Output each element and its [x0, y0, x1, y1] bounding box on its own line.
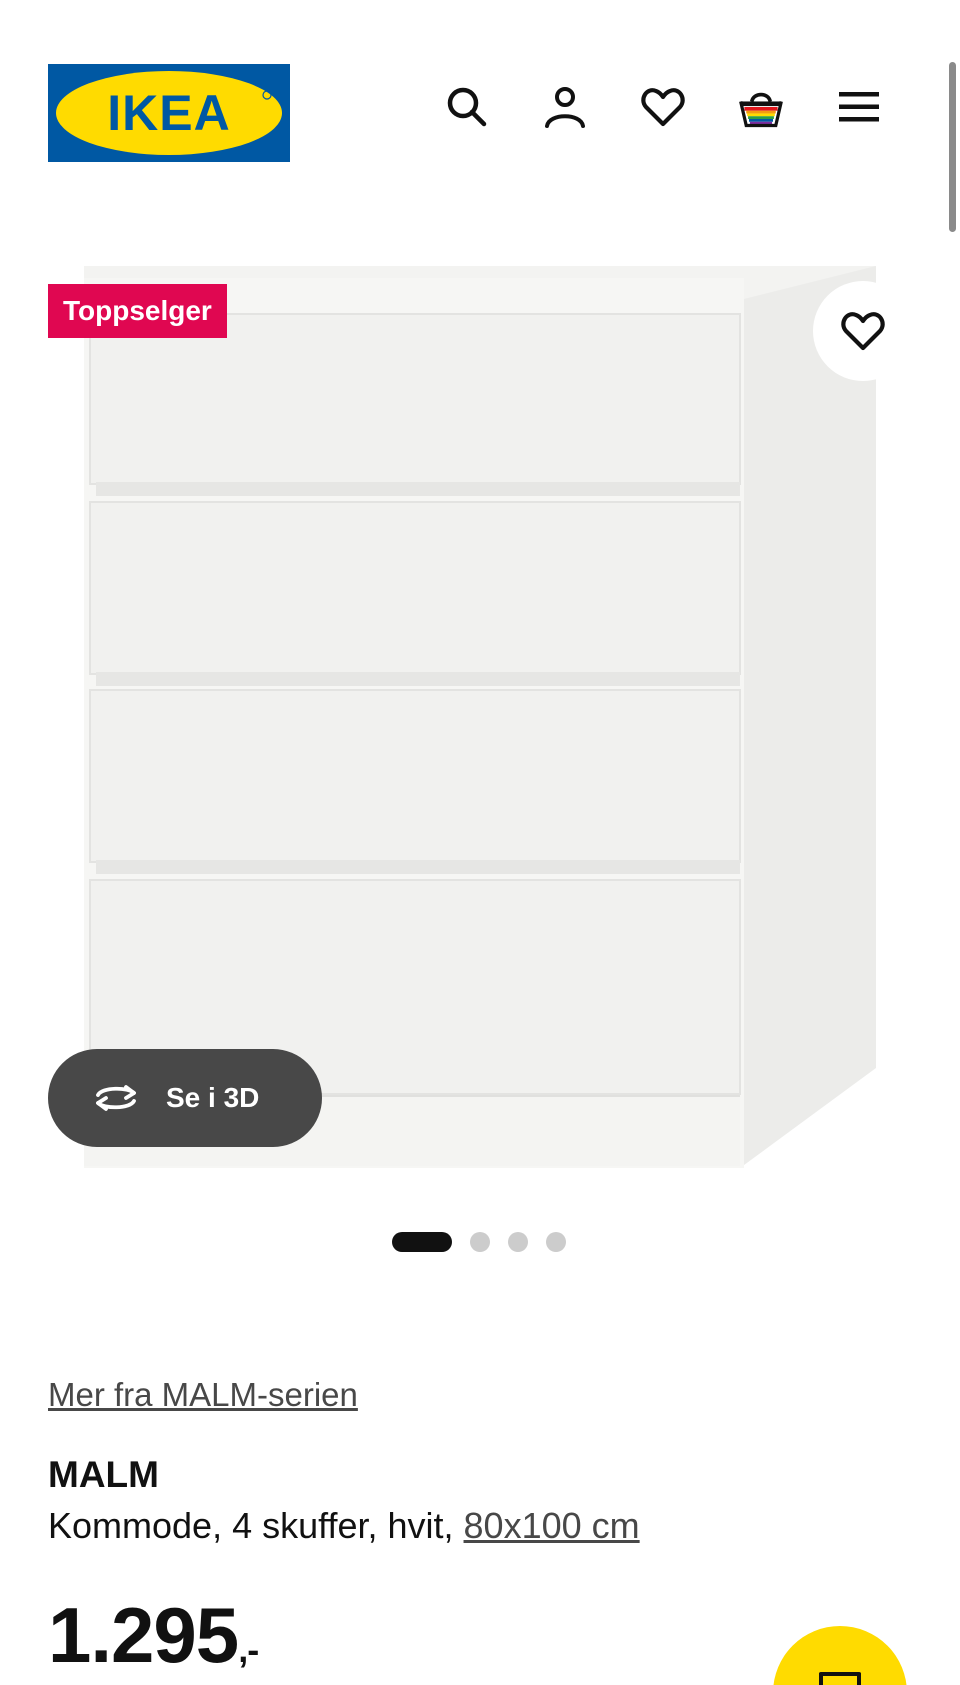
carousel-dot-active[interactable] — [392, 1232, 452, 1252]
product-name: MALM — [48, 1454, 159, 1495]
header-actions — [443, 83, 883, 131]
basket-icon[interactable] — [737, 83, 785, 131]
product-description-text: Kommode, 4 skuffer, hvit, — [48, 1505, 464, 1546]
add-to-cart-button[interactable] — [773, 1626, 907, 1685]
series-link[interactable]: Mer fra MALM-serien — [48, 1376, 358, 1414]
account-icon[interactable] — [541, 83, 589, 131]
view-in-3d-button[interactable]: Se i 3D — [48, 1049, 322, 1147]
price-value: 1.295 — [48, 1591, 239, 1679]
image-carousel-indicator — [392, 1232, 566, 1252]
cart-icon — [819, 1672, 861, 1685]
menu-icon[interactable] — [835, 83, 883, 131]
ikea-logo[interactable]: IKEA — [48, 64, 290, 162]
page-scrollbar[interactable] — [949, 62, 956, 232]
heart-icon — [841, 312, 885, 351]
product-price: 1.295,- — [48, 1590, 259, 1681]
bestseller-badge: Toppselger — [48, 284, 227, 338]
site-header: IKEA — [0, 0, 960, 200]
size-link[interactable]: 80x100 cm — [464, 1505, 640, 1546]
carousel-dot[interactable] — [546, 1232, 566, 1252]
rotate-3d-icon — [96, 1085, 136, 1111]
price-suffix: ,- — [238, 1629, 259, 1670]
view-in-3d-label: Se i 3D — [166, 1082, 260, 1113]
carousel-dot[interactable] — [508, 1232, 528, 1252]
carousel-dot[interactable] — [470, 1232, 490, 1252]
product-description: Kommode, 4 skuffer, hvit, 80x100 cm — [48, 1505, 640, 1547]
add-to-favourites-button[interactable] — [813, 281, 913, 381]
favourites-icon[interactable] — [639, 83, 687, 131]
search-icon[interactable] — [443, 83, 491, 131]
logo-wordmark: IKEA — [107, 85, 230, 141]
